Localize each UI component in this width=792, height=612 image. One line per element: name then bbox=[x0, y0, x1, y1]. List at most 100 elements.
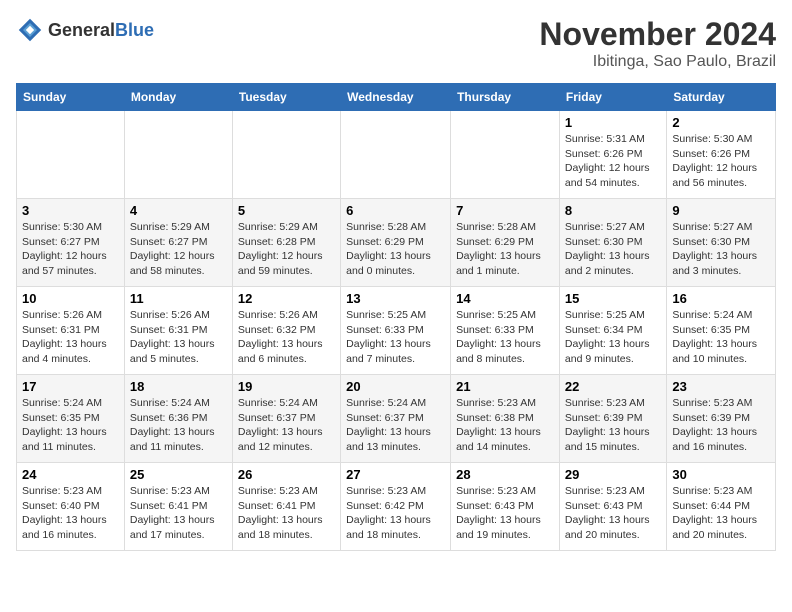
day-info: Sunrise: 5:24 AMSunset: 6:37 PMDaylight:… bbox=[346, 396, 445, 455]
day-number: 5 bbox=[238, 203, 335, 218]
day-info: Sunrise: 5:30 AMSunset: 6:27 PMDaylight:… bbox=[22, 220, 119, 279]
weekday-header-row: SundayMondayTuesdayWednesdayThursdayFrid… bbox=[17, 84, 776, 111]
calendar-cell: 4Sunrise: 5:29 AMSunset: 6:27 PMDaylight… bbox=[124, 199, 232, 287]
day-number: 20 bbox=[346, 379, 445, 394]
day-number: 27 bbox=[346, 467, 445, 482]
calendar-cell: 8 Sunrise: 5:27 AMSunset: 6:30 PMDaylight… bbox=[559, 199, 666, 287]
day-number: 16 bbox=[672, 291, 770, 306]
day-info: Sunrise: 5:26 AMSunset: 6:32 PMDaylight:… bbox=[238, 308, 335, 367]
day-number: 23 bbox=[672, 379, 770, 394]
day-info: Sunrise: 5:23 AMSunset: 6:43 PMDaylight:… bbox=[565, 484, 661, 543]
logo-blue: Blue bbox=[115, 20, 154, 40]
day-number: 15 bbox=[565, 291, 661, 306]
calendar-cell: 18 Sunrise: 5:24 AMSunset: 6:36 PMDayligh… bbox=[124, 375, 232, 463]
day-info: Sunrise: 5:27 AMSunset: 6:30 PMDaylight:… bbox=[672, 220, 770, 279]
calendar-cell bbox=[451, 111, 560, 199]
day-number: 12 bbox=[238, 291, 335, 306]
day-info: Sunrise: 5:28 AMSunset: 6:29 PMDaylight:… bbox=[346, 220, 445, 279]
day-number: 9 bbox=[672, 203, 770, 218]
day-info: Sunrise: 5:31 AMSunset: 6:26 PMDaylight:… bbox=[565, 132, 661, 191]
calendar-cell: 24 Sunrise: 5:23 AMSunset: 6:40 PMDayligh… bbox=[17, 463, 125, 551]
day-number: 30 bbox=[672, 467, 770, 482]
weekday-header-monday: Monday bbox=[124, 84, 232, 111]
page-header: GeneralBlue November 2024 Ibitinga, Sao … bbox=[16, 16, 776, 71]
calendar-cell: 1 Sunrise: 5:31 AMSunset: 6:26 PMDaylight… bbox=[559, 111, 666, 199]
day-info: Sunrise: 5:23 AMSunset: 6:41 PMDaylight:… bbox=[130, 484, 227, 543]
calendar-cell: 15 Sunrise: 5:25 AMSunset: 6:34 PMDayligh… bbox=[559, 287, 666, 375]
day-number: 18 bbox=[130, 379, 227, 394]
calendar-cell: 30 Sunrise: 5:23 AMSunset: 6:44 PMDayligh… bbox=[667, 463, 776, 551]
day-number: 3 bbox=[22, 203, 119, 218]
calendar-cell: 23 Sunrise: 5:23 AMSunset: 6:39 PMDayligh… bbox=[667, 375, 776, 463]
day-info: Sunrise: 5:23 AMSunset: 6:42 PMDaylight:… bbox=[346, 484, 445, 543]
weekday-header-friday: Friday bbox=[559, 84, 666, 111]
day-number: 19 bbox=[238, 379, 335, 394]
calendar-week-row: 17 Sunrise: 5:24 AMSunset: 6:35 PMDayligh… bbox=[17, 375, 776, 463]
day-info: Sunrise: 5:25 AMSunset: 6:34 PMDaylight:… bbox=[565, 308, 661, 367]
calendar-week-row: 1 Sunrise: 5:31 AMSunset: 6:26 PMDaylight… bbox=[17, 111, 776, 199]
calendar-cell bbox=[124, 111, 232, 199]
calendar-title: November 2024 bbox=[539, 16, 776, 53]
calendar-cell bbox=[17, 111, 125, 199]
day-number: 1 bbox=[565, 115, 661, 130]
calendar-cell: 2Sunrise: 5:30 AMSunset: 6:26 PMDaylight… bbox=[667, 111, 776, 199]
calendar-cell: 17 Sunrise: 5:24 AMSunset: 6:35 PMDayligh… bbox=[17, 375, 125, 463]
calendar-table: SundayMondayTuesdayWednesdayThursdayFrid… bbox=[16, 83, 776, 551]
calendar-cell: 28 Sunrise: 5:23 AMSunset: 6:43 PMDayligh… bbox=[451, 463, 560, 551]
day-info: Sunrise: 5:29 AMSunset: 6:28 PMDaylight:… bbox=[238, 220, 335, 279]
calendar-cell: 21Sunrise: 5:23 AMSunset: 6:38 PMDayligh… bbox=[451, 375, 560, 463]
logo-general: General bbox=[48, 20, 115, 40]
calendar-week-row: 10Sunrise: 5:26 AMSunset: 6:31 PMDayligh… bbox=[17, 287, 776, 375]
calendar-week-row: 3 Sunrise: 5:30 AMSunset: 6:27 PMDaylight… bbox=[17, 199, 776, 287]
calendar-cell: 9 Sunrise: 5:27 AMSunset: 6:30 PMDaylight… bbox=[667, 199, 776, 287]
day-number: 28 bbox=[456, 467, 554, 482]
day-info: Sunrise: 5:23 AMSunset: 6:39 PMDaylight:… bbox=[672, 396, 770, 455]
calendar-subtitle: Ibitinga, Sao Paulo, Brazil bbox=[539, 53, 776, 71]
day-info: Sunrise: 5:28 AMSunset: 6:29 PMDaylight:… bbox=[456, 220, 554, 279]
calendar-cell: 16 Sunrise: 5:24 AMSunset: 6:35 PMDayligh… bbox=[667, 287, 776, 375]
calendar-cell: 3 Sunrise: 5:30 AMSunset: 6:27 PMDaylight… bbox=[17, 199, 125, 287]
day-number: 17 bbox=[22, 379, 119, 394]
day-info: Sunrise: 5:27 AMSunset: 6:30 PMDaylight:… bbox=[565, 220, 661, 279]
day-number: 11 bbox=[130, 291, 227, 306]
day-info: Sunrise: 5:26 AMSunset: 6:31 PMDaylight:… bbox=[22, 308, 119, 367]
day-number: 29 bbox=[565, 467, 661, 482]
calendar-cell: 5 Sunrise: 5:29 AMSunset: 6:28 PMDaylight… bbox=[232, 199, 340, 287]
day-number: 13 bbox=[346, 291, 445, 306]
weekday-header-saturday: Saturday bbox=[667, 84, 776, 111]
calendar-cell: 22 Sunrise: 5:23 AMSunset: 6:39 PMDayligh… bbox=[559, 375, 666, 463]
calendar-cell: 6Sunrise: 5:28 AMSunset: 6:29 PMDaylight… bbox=[341, 199, 451, 287]
calendar-cell: 14Sunrise: 5:25 AMSunset: 6:33 PMDayligh… bbox=[451, 287, 560, 375]
calendar-cell: 26Sunrise: 5:23 AMSunset: 6:41 PMDayligh… bbox=[232, 463, 340, 551]
day-number: 25 bbox=[130, 467, 227, 482]
logo-icon bbox=[16, 16, 44, 44]
day-info: Sunrise: 5:24 AMSunset: 6:35 PMDaylight:… bbox=[22, 396, 119, 455]
calendar-cell: 29 Sunrise: 5:23 AMSunset: 6:43 PMDayligh… bbox=[559, 463, 666, 551]
day-number: 26 bbox=[238, 467, 335, 482]
day-number: 8 bbox=[565, 203, 661, 218]
day-info: Sunrise: 5:23 AMSunset: 6:44 PMDaylight:… bbox=[672, 484, 770, 543]
calendar-cell bbox=[341, 111, 451, 199]
day-info: Sunrise: 5:25 AMSunset: 6:33 PMDaylight:… bbox=[346, 308, 445, 367]
day-number: 21 bbox=[456, 379, 554, 394]
calendar-cell: 10Sunrise: 5:26 AMSunset: 6:31 PMDayligh… bbox=[17, 287, 125, 375]
calendar-cell: 13 Sunrise: 5:25 AMSunset: 6:33 PMDayligh… bbox=[341, 287, 451, 375]
day-info: Sunrise: 5:23 AMSunset: 6:43 PMDaylight:… bbox=[456, 484, 554, 543]
day-info: Sunrise: 5:24 AMSunset: 6:36 PMDaylight:… bbox=[130, 396, 227, 455]
day-info: Sunrise: 5:24 AMSunset: 6:35 PMDaylight:… bbox=[672, 308, 770, 367]
calendar-cell: 25 Sunrise: 5:23 AMSunset: 6:41 PMDayligh… bbox=[124, 463, 232, 551]
calendar-cell: 27 Sunrise: 5:23 AMSunset: 6:42 PMDayligh… bbox=[341, 463, 451, 551]
day-number: 24 bbox=[22, 467, 119, 482]
calendar-cell: 11Sunrise: 5:26 AMSunset: 6:31 PMDayligh… bbox=[124, 287, 232, 375]
day-number: 4 bbox=[130, 203, 227, 218]
day-info: Sunrise: 5:24 AMSunset: 6:37 PMDaylight:… bbox=[238, 396, 335, 455]
weekday-header-tuesday: Tuesday bbox=[232, 84, 340, 111]
calendar-cell: 19 Sunrise: 5:24 AMSunset: 6:37 PMDayligh… bbox=[232, 375, 340, 463]
logo: GeneralBlue bbox=[16, 16, 154, 44]
day-info: Sunrise: 5:23 AMSunset: 6:40 PMDaylight:… bbox=[22, 484, 119, 543]
day-number: 22 bbox=[565, 379, 661, 394]
day-number: 2 bbox=[672, 115, 770, 130]
day-info: Sunrise: 5:23 AMSunset: 6:39 PMDaylight:… bbox=[565, 396, 661, 455]
calendar-cell: 7Sunrise: 5:28 AMSunset: 6:29 PMDaylight… bbox=[451, 199, 560, 287]
calendar-cell: 12 Sunrise: 5:26 AMSunset: 6:32 PMDayligh… bbox=[232, 287, 340, 375]
